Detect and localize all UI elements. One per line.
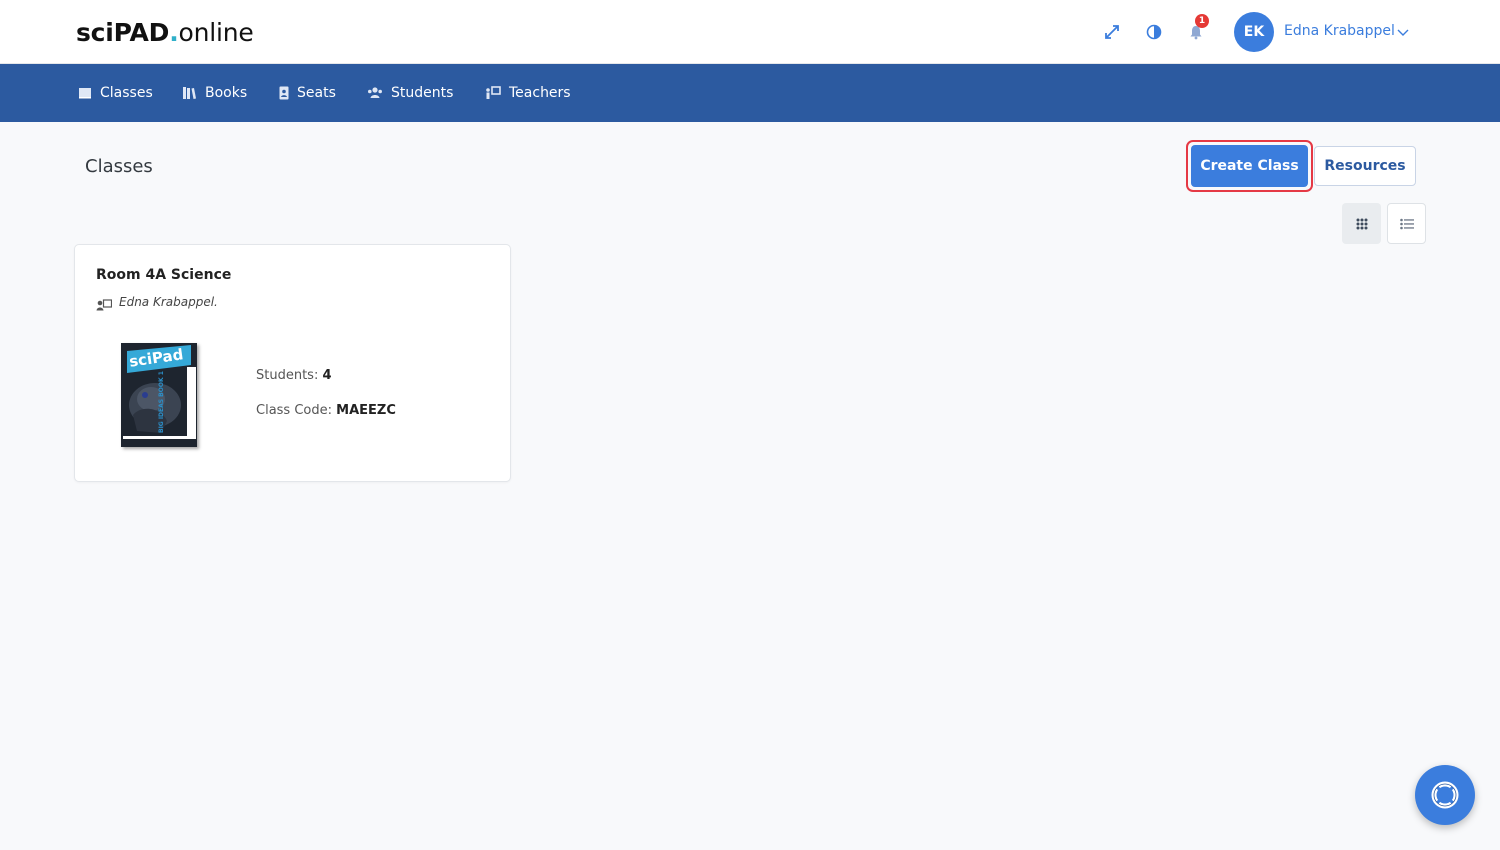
brand-logo[interactable]: sciPAD.online xyxy=(76,18,254,47)
nav-item-books[interactable]: Books xyxy=(182,64,247,122)
nav-item-classes[interactable]: Classes xyxy=(78,64,153,122)
class-code-label: Class Code: xyxy=(256,403,332,418)
students-value: 4 xyxy=(322,368,332,383)
teachers-icon xyxy=(486,86,501,99)
students-count: Students: 4 xyxy=(256,368,332,383)
brand-name: sciPAD xyxy=(76,18,170,47)
class-code-value: MAEEZC xyxy=(336,403,396,418)
avatar[interactable]: EK xyxy=(1234,12,1274,52)
brand-dot: . xyxy=(169,18,179,47)
chevron-down-icon[interactable] xyxy=(1396,24,1410,38)
top-header: sciPAD.online 1 EK Edna Krabappel xyxy=(0,0,1500,64)
nav-item-label: Students xyxy=(391,85,454,101)
expand-icon[interactable] xyxy=(1102,22,1122,42)
nav-item-label: Seats xyxy=(297,85,336,101)
page-title: Classes xyxy=(85,156,153,177)
students-icon xyxy=(368,87,382,98)
user-name[interactable]: Edna Krabappel xyxy=(1284,23,1395,39)
nav-item-label: Books xyxy=(205,85,248,101)
nav-item-students[interactable]: Students xyxy=(367,64,453,122)
students-label: Students: xyxy=(256,368,319,383)
books-icon xyxy=(183,87,196,99)
create-class-button[interactable]: Create Class xyxy=(1191,145,1308,187)
grid-icon xyxy=(1356,218,1367,229)
teacher-icon xyxy=(96,296,113,315)
list-icon xyxy=(1399,218,1414,229)
resources-button[interactable]: Resources xyxy=(1314,146,1416,186)
class-teacher: Edna Krabappel. xyxy=(119,295,218,309)
class-code: Class Code: MAEEZC xyxy=(256,403,396,418)
class-card[interactable]: Room 4A Science Edna Krabappel. sciPad B… xyxy=(74,244,511,482)
main-navbar: Classes Books Seats Students Teachers xyxy=(0,64,1500,122)
nav-item-label: Classes xyxy=(100,85,153,101)
help-button[interactable] xyxy=(1415,765,1475,825)
nav-item-label: Teachers xyxy=(509,85,571,101)
book-subtitle: BIG IDEAS BOOK 1 xyxy=(158,371,165,433)
brand-suffix: online xyxy=(178,18,254,47)
notification-badge: 1 xyxy=(1195,14,1209,28)
list-view-button[interactable] xyxy=(1387,203,1426,244)
lifebuoy-icon xyxy=(1431,781,1459,809)
grid-view-button[interactable] xyxy=(1342,203,1381,244)
class-name[interactable]: Room 4A Science xyxy=(96,267,231,283)
classes-icon xyxy=(79,88,91,99)
contrast-icon[interactable] xyxy=(1144,22,1164,42)
seats-icon xyxy=(279,86,289,100)
nav-item-teachers[interactable]: Teachers xyxy=(485,64,571,122)
nav-item-seats[interactable]: Seats xyxy=(279,64,336,122)
